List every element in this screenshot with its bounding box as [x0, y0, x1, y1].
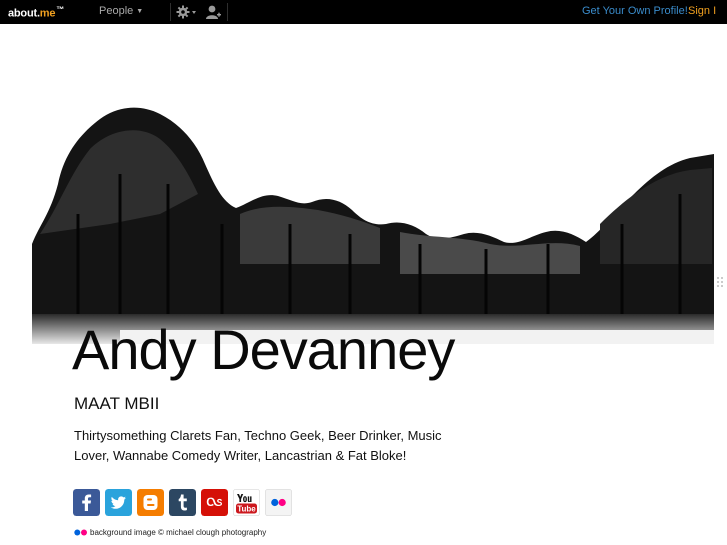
- account-menu[interactable]: [204, 3, 222, 21]
- twitter-link[interactable]: [105, 489, 132, 516]
- youtube-icon: Tube: [233, 489, 260, 516]
- twitter-icon: [105, 489, 132, 516]
- people-menu-label: People: [99, 5, 134, 17]
- people-menu[interactable]: People ▼: [99, 5, 143, 17]
- tumblr-link[interactable]: [169, 489, 196, 516]
- credit-text[interactable]: background image © michael clough photog…: [90, 528, 266, 537]
- logo-main-text: about.: [8, 7, 40, 20]
- logo-trademark: ™: [56, 5, 65, 14]
- get-your-own-profile-link[interactable]: Get Your Own Profile!: [582, 5, 688, 17]
- youtube-link[interactable]: Tube: [233, 489, 260, 516]
- logo-accent-text: me: [39, 7, 56, 20]
- blogger-icon: [137, 489, 164, 516]
- divider: [170, 3, 171, 21]
- tumblr-icon: [169, 489, 196, 516]
- top-navigation-bar: about.me™ People ▼ Get Your Own Profile! …: [0, 0, 727, 24]
- flickr-link[interactable]: [265, 489, 292, 516]
- lastfm-icon: [201, 489, 228, 516]
- blogger-link[interactable]: [137, 489, 164, 516]
- sign-in-link[interactable]: Sign I: [688, 5, 716, 17]
- flickr-icon: [265, 489, 292, 516]
- facebook-icon: [73, 489, 100, 516]
- profile-headline: MAAT MBII: [74, 394, 160, 413]
- background-image-winter-trees: [32, 107, 714, 344]
- gear-icon: [176, 5, 196, 19]
- profile-name: Andy Devanney: [72, 318, 455, 381]
- drag-handle-icon[interactable]: [716, 276, 725, 288]
- divider: [227, 3, 228, 21]
- lastfm-link[interactable]: [201, 489, 228, 516]
- svg-text:Tube: Tube: [237, 505, 256, 514]
- about-me-logo[interactable]: about.me™: [8, 5, 64, 20]
- flickr-dots-icon: [74, 529, 87, 536]
- settings-menu[interactable]: [174, 3, 198, 21]
- chevron-down-icon: ▼: [136, 8, 144, 15]
- profile-bio: Thirtysomething Clarets Fan, Techno Geek…: [74, 428, 442, 463]
- user-icon: [206, 5, 221, 19]
- facebook-link[interactable]: [73, 489, 100, 516]
- background-credit: background image © michael clough photog…: [74, 528, 266, 537]
